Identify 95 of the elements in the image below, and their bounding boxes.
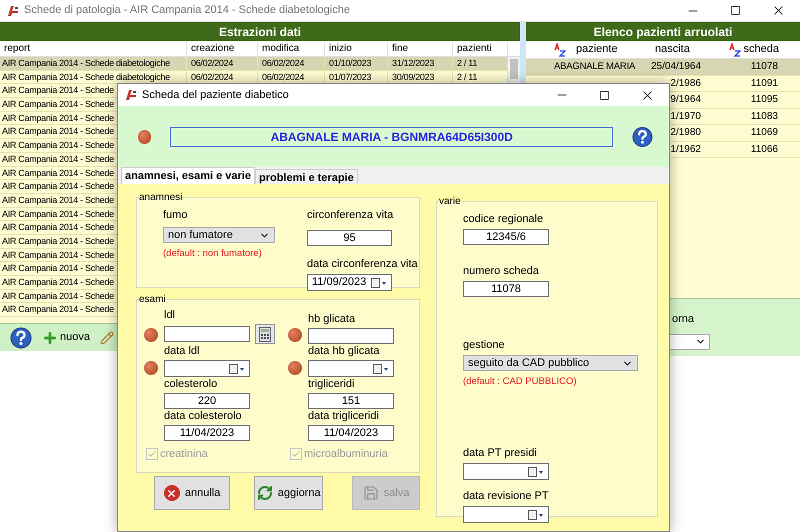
calendar-dropdown-icon[interactable]	[528, 510, 544, 520]
maximize-icon[interactable]	[730, 5, 741, 16]
input-field[interactable]	[164, 326, 250, 342]
calculator-button[interactable]	[255, 324, 275, 344]
panel-header: Elenco pazienti arruolati	[526, 22, 800, 41]
input-field[interactable]: 95	[307, 230, 392, 246]
table-cell: 2/1986	[670, 78, 701, 88]
column-header[interactable]: creazione	[187, 41, 258, 56]
cancel-button[interactable]: annulla	[154, 476, 230, 510]
table-cell: 31/12/2023	[388, 57, 453, 70]
field-label: gestione	[463, 339, 506, 352]
help-icon[interactable]	[632, 126, 653, 148]
maximize-icon[interactable]	[599, 90, 610, 100]
app-logo-icon	[124, 88, 138, 102]
table-cell: 01/10/2023	[325, 57, 388, 70]
calendar-dropdown-icon[interactable]	[528, 466, 544, 477]
field-label: data trigliceridi	[308, 410, 380, 423]
table-cell: 06/02/2024	[258, 57, 325, 70]
table-cell: 11078	[750, 61, 778, 72]
field-label: data ldl	[164, 345, 200, 358]
input-field[interactable]: 11/04/2023	[308, 425, 394, 441]
dropdown[interactable]: non fumatore	[163, 227, 275, 243]
column-header[interactable]: scheda	[744, 41, 779, 58]
field-label: circonferenza vita	[307, 209, 394, 222]
input-field[interactable]	[308, 328, 394, 344]
column-header[interactable]: inizio	[325, 41, 388, 56]
calculator-icon	[259, 326, 271, 342]
column-header[interactable]: fine	[388, 41, 453, 56]
save-icon	[362, 485, 379, 501]
table-cell: 11095	[750, 94, 778, 105]
checkbox-label: creatinina	[160, 447, 208, 462]
date-picker[interactable]	[308, 360, 394, 377]
table-cell: ABAGNALE MARIA	[554, 61, 636, 72]
input-field[interactable]: 11078	[463, 281, 549, 297]
calendar-dropdown-icon[interactable]	[229, 364, 245, 374]
date-picker[interactable]: 11/09/2023	[307, 274, 392, 291]
field-label: orna	[672, 312, 696, 327]
table-cell: 11083	[750, 110, 778, 122]
new-button[interactable]: nuova	[42, 329, 90, 346]
table-cell: 2/1980	[670, 127, 701, 138]
field-label: trigliceridi	[308, 378, 356, 391]
refresh-icon	[256, 485, 273, 501]
table-cell: 1/1970	[670, 110, 701, 122]
app-logo-icon	[6, 4, 20, 18]
checkbox-label: microalbuminuria	[304, 447, 388, 462]
tab[interactable]: anamnesi, esami e varie	[121, 167, 255, 184]
group-title: anamnesi	[139, 191, 182, 205]
field-label: data revisione PT	[463, 490, 550, 504]
default-hint: (default : CAD PUBBLICO)	[463, 375, 578, 389]
table-cell: 11069	[750, 127, 778, 138]
cancel-icon	[164, 485, 180, 501]
field-label: hb glicata	[308, 313, 356, 326]
field-label: data PT presidi	[463, 447, 538, 460]
table-cell: 11091	[750, 78, 778, 88]
field-label: numero scheda	[463, 265, 540, 278]
sort-az-icon[interactable]	[554, 42, 566, 56]
column-header[interactable]: modifica	[258, 41, 325, 56]
field-label: colesterolo	[164, 378, 218, 391]
table-cell: 9/1964	[670, 94, 701, 105]
date-picker[interactable]	[164, 360, 250, 377]
help-icon[interactable]	[10, 326, 32, 348]
column-header[interactable]: report	[0, 41, 187, 56]
table-cell: 06/02/2024	[187, 57, 258, 70]
table-cell: 25/04/1964	[651, 61, 702, 72]
refresh-button[interactable]: aggiorna	[254, 476, 324, 510]
table-row[interactable]: ABAGNALE MARIA 25/04/1964 11078	[526, 59, 800, 76]
group-title: varie	[439, 195, 461, 209]
field-label: data hb glicata	[308, 345, 381, 358]
table-cell: AIR Campania 2014 - Schede diabetologiche	[0, 57, 187, 70]
panel-header: Estrazioni dati	[0, 22, 520, 41]
date-picker[interactable]	[463, 463, 549, 480]
table-row[interactable]: AIR Campania 2014 - Schede diabetologiche 06/02/2024 06/02/2024 01/10/2023 31/12/2023 2 / 11	[0, 57, 508, 71]
input-field[interactable]: 151	[308, 393, 394, 409]
table-cell: 11066	[750, 144, 778, 154]
field-label: data colesterolo	[164, 410, 243, 423]
sort-az-icon[interactable]	[729, 42, 741, 56]
column-header[interactable]: paziente	[576, 41, 618, 58]
patient-name-field[interactable]: ABAGNALE MARIA - BGNMRA64D65I300D	[170, 126, 614, 146]
input-field[interactable]: 11/04/2023	[164, 425, 250, 441]
table-cell: 1/1962	[670, 144, 701, 154]
date-picker[interactable]	[463, 506, 549, 524]
column-header[interactable]: pazienti	[453, 41, 508, 56]
field-label: fumo	[163, 209, 188, 222]
input-field[interactable]: 12345/6	[463, 229, 549, 245]
tab[interactable]: problemi e terapie	[254, 169, 358, 184]
column-header[interactable]: nascita	[651, 41, 727, 58]
field-label: codice regionale	[463, 213, 544, 226]
calendar-dropdown-icon[interactable]	[373, 364, 389, 374]
dropdown[interactable]: seguito da CAD pubblico	[463, 355, 638, 371]
input-field[interactable]: 220	[164, 393, 250, 409]
plus-icon	[42, 330, 58, 346]
calendar-dropdown-icon[interactable]	[371, 278, 387, 288]
pencil-icon[interactable]	[100, 330, 114, 344]
window-title: Schede di patologia - AIR Campania 2014 - Schede diabetologiche	[24, 3, 350, 18]
field-label: data circonferenza vita	[307, 258, 419, 271]
